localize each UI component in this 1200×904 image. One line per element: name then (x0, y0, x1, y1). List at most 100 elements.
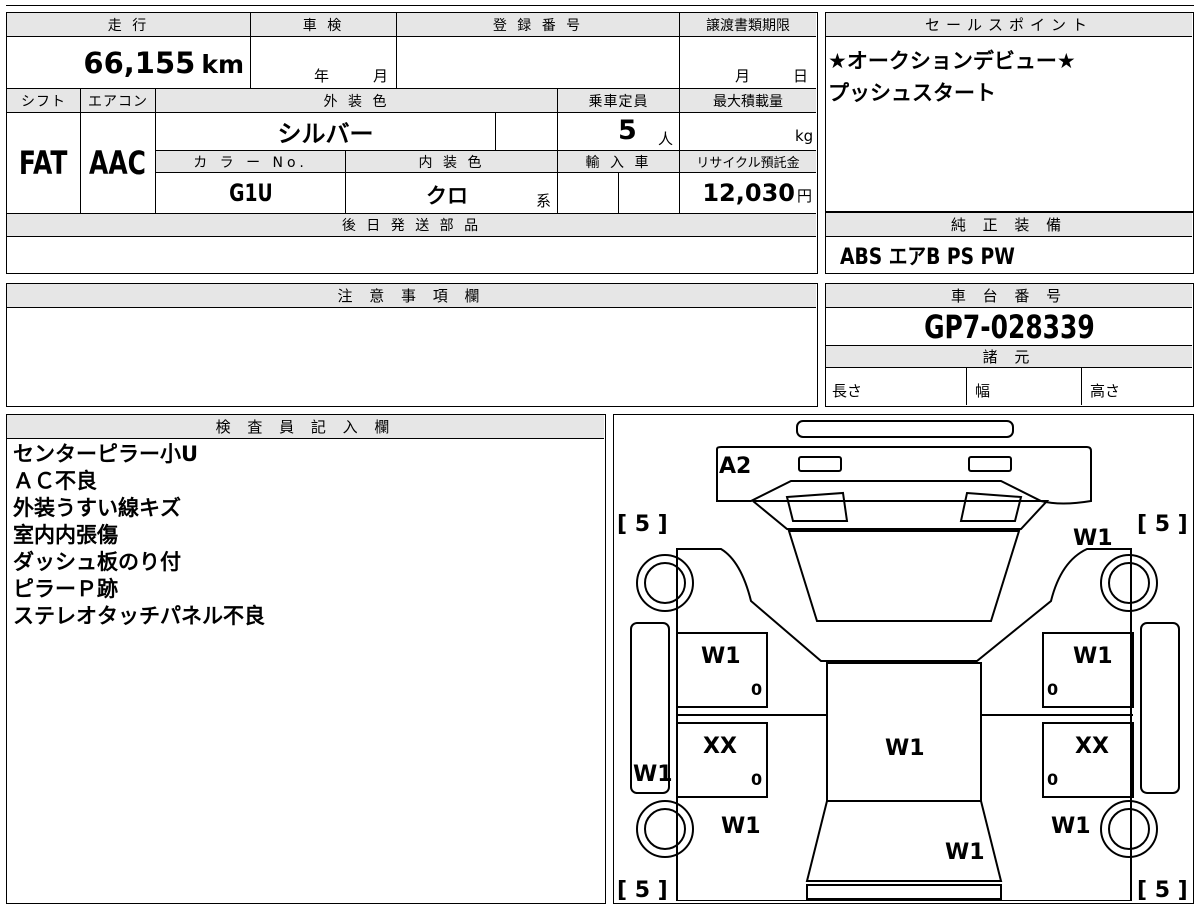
spec-height-label: 高さ (1090, 382, 1121, 400)
wheel-rl-inner-shape (644, 808, 686, 850)
inspection-header: 車 検 (250, 13, 396, 37)
sales-point-line: プッシュスタート (828, 81, 996, 105)
mark-tire-fr: [ 5 ] (1137, 512, 1188, 537)
wheel-fl-inner-shape (644, 562, 686, 604)
top-cutoff-strip (6, 0, 1194, 6)
rear-bumper-shape (806, 884, 1002, 900)
aircon-value: AAC (89, 144, 147, 182)
max-load-unit: kg (795, 127, 814, 145)
rocker-right-shape (1140, 622, 1180, 794)
mark-zero-fl: 0 (751, 680, 762, 699)
chassis-box: 車 台 番 号 GP7-028339 諸 元 長さ 幅 高さ (825, 283, 1194, 407)
later-parts-header: 後 日 発 送 部 品 (7, 213, 816, 237)
inspector-line: ＡＣ不良 (13, 469, 97, 493)
mark-door-fl: W1 (701, 644, 741, 669)
mark-roof: W1 (885, 736, 925, 761)
mileage-value: 66,155 (83, 46, 196, 80)
equipment-value: ABS エアB PS PW (840, 245, 1015, 270)
interior-color-header: 内 装 色 (345, 151, 557, 173)
import-header: 輸 入 車 (557, 151, 679, 173)
headlight-left-shape (798, 456, 842, 472)
spec-width-label: 幅 (975, 382, 991, 400)
inspector-line: ピラーＰ跡 (13, 577, 118, 601)
inspector-lines: センターピラー小U ＡＣ不良 外装うすい線キズ 室内内張傷 ダッシュ板のり付 ピ… (13, 441, 265, 630)
registration-value-cell (396, 37, 679, 89)
import-value-cell-b (618, 173, 679, 213)
exterior-color-extra-cell (495, 113, 557, 151)
aircon-value-cell: AAC (80, 113, 155, 213)
month-label: 月 (373, 67, 389, 85)
inspector-line: ステレオタッチパネル不良 (13, 604, 265, 628)
spec-width-cell: 幅 (966, 368, 1081, 405)
max-load-header: 最大積載量 (679, 89, 816, 113)
chassis-number: GP7-028339 (923, 307, 1095, 346)
mileage-header: 走 行 (7, 13, 250, 37)
mileage-value-cell: 66,155 km (7, 37, 250, 89)
mark-tire-rr: [ 5 ] (1137, 878, 1188, 901)
transfer-deadline-value-cell: 月 日 (679, 37, 816, 89)
vehicle-info-table: 走 行 車 検 登 録 番 号 譲渡書類期限 66,155 km 年 月 月 日 … (6, 12, 818, 274)
inspector-line: 室内内張傷 (13, 523, 118, 547)
sales-points-body: ★オークションデビュー★ プッシュスタート (828, 45, 1188, 109)
exterior-color-value: シルバー (277, 120, 374, 148)
hood-right-shape (959, 491, 1023, 522)
shift-value-cell: FAT (7, 113, 80, 213)
wheel-fr-inner-shape (1108, 562, 1150, 604)
mark-rocker-left: W1 (633, 762, 673, 787)
mark-tire-rl: [ 5 ] (617, 878, 668, 901)
recycle-header: リサイクル預託金 (679, 151, 816, 173)
wheel-rr-inner-shape (1108, 808, 1150, 850)
notes-box: 注 意 事 項 欄 (6, 283, 818, 407)
registration-header: 登 録 番 号 (396, 13, 679, 37)
car-diagram: A2 [ 5 ] [ 5 ] [ 5 ] [ 5 ] W1 W1 W1 XX X… (617, 420, 1188, 901)
inspector-header: 検 査 員 記 入 欄 (7, 415, 604, 439)
sales-point-line: ★オークションデビュー★ (828, 49, 1076, 73)
shift-header: シフト (7, 89, 80, 113)
front-bumper-shape (796, 420, 1014, 438)
mark-quarter-right: W1 (1051, 814, 1091, 839)
headlight-right-shape (968, 456, 1012, 472)
inspection-value-cell: 年 月 (250, 37, 396, 89)
spec-length-cell: 長さ (826, 368, 966, 405)
specs-header: 諸 元 (826, 346, 1192, 368)
mark-fender-right: W1 (1073, 526, 1113, 551)
capacity-header: 乗車定員 (557, 89, 679, 113)
exterior-color-header: 外 装 色 (155, 89, 557, 113)
body-outline-shape (676, 548, 1132, 901)
import-value-cell-a (557, 173, 618, 213)
deadline-day: 日 (793, 67, 809, 85)
color-no-header: カ ラ ー No. (155, 151, 345, 173)
color-no-value-cell: G1U (155, 173, 345, 213)
recycle-value-cell: 12,030 円 (679, 173, 816, 213)
windshield-shape (787, 530, 1021, 622)
mark-zero-fr: 0 (1047, 680, 1058, 699)
deadline-month: 月 (735, 67, 751, 85)
mark-front-top: A2 (719, 454, 751, 479)
interior-color-value-cell: クロ 系 (345, 173, 557, 213)
hood-left-shape (785, 491, 849, 522)
hood-shape (750, 500, 1050, 530)
transfer-deadline-header: 譲渡書類期限 (679, 13, 816, 37)
year-label: 年 (314, 67, 330, 85)
roof-shape (826, 662, 982, 802)
interior-suffix: 系 (536, 192, 552, 210)
capacity-value: 5 (618, 115, 637, 146)
inspector-line: ダッシュ板のり付 (13, 550, 181, 574)
mileage-unit: km (201, 50, 244, 79)
mark-quarter-left: W1 (721, 814, 761, 839)
max-load-value-cell: kg (679, 113, 816, 151)
spec-height-cell: 高さ (1081, 368, 1192, 405)
sales-points-box: セールスポイント ★オークションデビュー★ プッシュスタート (825, 12, 1194, 212)
spec-length-label: 長さ (832, 382, 863, 400)
mark-zero-rl: 0 (751, 770, 762, 789)
front-panel-shape (716, 446, 1092, 505)
mark-door-rl: XX (703, 734, 737, 759)
mark-zero-rr: 0 (1047, 770, 1058, 789)
mark-tire-fl: [ 5 ] (617, 512, 668, 537)
sales-points-header: セールスポイント (826, 13, 1192, 37)
exterior-color-value-cell: シルバー (155, 113, 495, 151)
car-diagram-box: A2 [ 5 ] [ 5 ] [ 5 ] [ 5 ] W1 W1 W1 XX X… (613, 414, 1194, 904)
equipment-box: 純 正 装 備 ABS エアB PS PW (825, 212, 1194, 274)
color-no-value: G1U (228, 179, 273, 207)
recycle-unit: 円 (796, 187, 812, 205)
